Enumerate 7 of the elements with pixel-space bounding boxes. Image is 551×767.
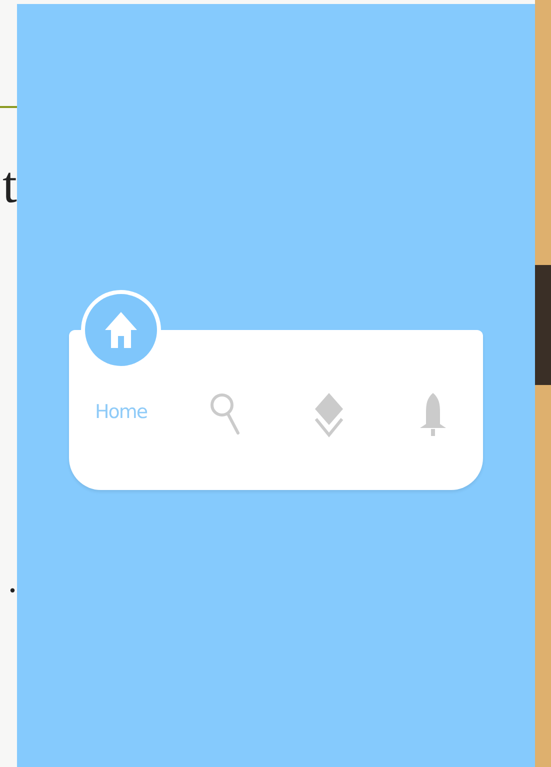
bell-icon (419, 392, 447, 438)
tab[interactable]: Home (69, 290, 173, 490)
page-text: t (2, 160, 17, 212)
page-text: . (7, 562, 17, 598)
search-icon (209, 392, 241, 436)
layers-icon (314, 392, 344, 438)
home-icon (104, 310, 138, 350)
